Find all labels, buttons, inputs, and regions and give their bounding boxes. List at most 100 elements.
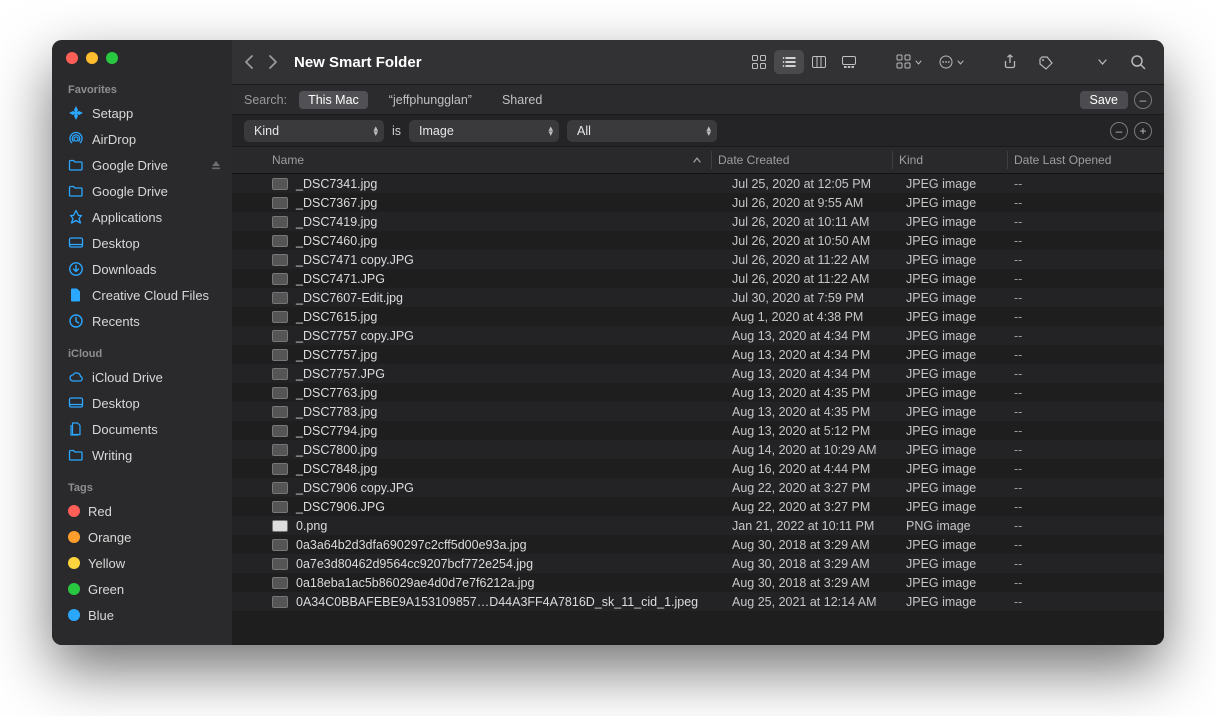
file-row[interactable]: _DSC7419.jpg Jul 26, 2020 at 10:11 AM JP… bbox=[232, 212, 1164, 231]
view-list-button[interactable] bbox=[774, 50, 804, 74]
file-row[interactable]: _DSC7800.jpg Aug 14, 2020 at 10:29 AM JP… bbox=[232, 440, 1164, 459]
sidebar-item[interactable]: Google Drive bbox=[52, 152, 232, 178]
file-date-created: Aug 13, 2020 at 4:35 PM bbox=[732, 386, 906, 400]
file-name: _DSC7615.jpg bbox=[296, 310, 377, 324]
column-header-kind[interactable]: Kind bbox=[899, 153, 1007, 167]
file-date-created: Jul 26, 2020 at 11:22 AM bbox=[732, 272, 906, 286]
save-search-button[interactable]: Save bbox=[1080, 91, 1129, 109]
file-row[interactable]: _DSC7367.jpg Jul 26, 2020 at 9:55 AM JPE… bbox=[232, 193, 1164, 212]
sidebar-item[interactable]: Blue bbox=[52, 602, 232, 628]
file-row[interactable]: 0a18eba1ac5b86029ae4d0d7e7f6212a.jpg Aug… bbox=[232, 573, 1164, 592]
file-row[interactable]: _DSC7615.jpg Aug 1, 2020 at 4:38 PM JPEG… bbox=[232, 307, 1164, 326]
sidebar-item[interactable]: Creative Cloud Files bbox=[52, 282, 232, 308]
criteria-add-button[interactable]: + bbox=[1134, 122, 1152, 140]
criteria-extra-dropdown[interactable]: All ▴▾ bbox=[567, 120, 717, 142]
sidebar-item[interactable]: Writing bbox=[52, 442, 232, 468]
file-row[interactable]: _DSC7607-Edit.jpg Jul 30, 2020 at 7:59 P… bbox=[232, 288, 1164, 307]
file-row[interactable]: _DSC7783.jpg Aug 13, 2020 at 4:35 PM JPE… bbox=[232, 402, 1164, 421]
file-row[interactable]: _DSC7471 copy.JPG Jul 26, 2020 at 11:22 … bbox=[232, 250, 1164, 269]
sidebar-item-label: Setapp bbox=[92, 106, 222, 121]
file-list[interactable]: _DSC7341.jpg Jul 25, 2020 at 12:05 PM JP… bbox=[232, 174, 1164, 645]
airdrop-icon bbox=[68, 131, 84, 147]
sidebar-item[interactable]: Yellow bbox=[52, 550, 232, 576]
view-grid-button[interactable] bbox=[744, 50, 774, 74]
file-row[interactable]: _DSC7763.jpg Aug 13, 2020 at 4:35 PM JPE… bbox=[232, 383, 1164, 402]
sidebar-item[interactable]: Desktop bbox=[52, 230, 232, 256]
file-thumbnail-icon bbox=[272, 425, 288, 437]
criteria-attribute-dropdown[interactable]: Kind ▴▾ bbox=[244, 120, 384, 142]
sidebar-item[interactable]: Setapp bbox=[52, 100, 232, 126]
view-gallery-button[interactable] bbox=[834, 50, 864, 74]
file-row[interactable]: _DSC7471.JPG Jul 26, 2020 at 11:22 AM JP… bbox=[232, 269, 1164, 288]
file-name: 0a3a64b2d3dfa690297c2cff5d00e93a.jpg bbox=[296, 538, 527, 552]
scope-this-mac[interactable]: This Mac bbox=[299, 91, 368, 109]
file-row[interactable]: 0a3a64b2d3dfa690297c2cff5d00e93a.jpg Aug… bbox=[232, 535, 1164, 554]
file-row[interactable]: _DSC7794.jpg Aug 13, 2020 at 5:12 PM JPE… bbox=[232, 421, 1164, 440]
file-kind: JPEG image bbox=[906, 177, 1014, 191]
sidebar-item[interactable]: Desktop bbox=[52, 390, 232, 416]
file-thumbnail-icon bbox=[272, 330, 288, 342]
file-row[interactable]: _DSC7906.JPG Aug 22, 2020 at 3:27 PM JPE… bbox=[232, 497, 1164, 516]
sidebar-item[interactable]: Google Drive bbox=[52, 178, 232, 204]
file-row[interactable]: _DSC7757.jpg Aug 13, 2020 at 4:34 PM JPE… bbox=[232, 345, 1164, 364]
file-thumbnail-icon bbox=[272, 406, 288, 418]
file-row[interactable]: 0.png Jan 21, 2022 at 10:11 PM PNG image… bbox=[232, 516, 1164, 535]
sidebar-item-label: Red bbox=[88, 504, 222, 519]
sidebar-item[interactable]: Applications bbox=[52, 204, 232, 230]
scope-user-folder[interactable]: “jeffphungglan” bbox=[380, 91, 481, 109]
column-header-date[interactable]: Date Created bbox=[718, 153, 892, 167]
file-thumbnail-icon bbox=[272, 520, 288, 532]
file-kind: JPEG image bbox=[906, 538, 1014, 552]
file-row[interactable]: _DSC7757 copy.JPG Aug 13, 2020 at 4:34 P… bbox=[232, 326, 1164, 345]
file-row[interactable]: _DSC7341.jpg Jul 25, 2020 at 12:05 PM JP… bbox=[232, 174, 1164, 193]
file-thumbnail-icon bbox=[272, 501, 288, 513]
file-row[interactable]: _DSC7757.JPG Aug 13, 2020 at 4:34 PM JPE… bbox=[232, 364, 1164, 383]
more-dropdown-button[interactable] bbox=[1088, 50, 1116, 74]
forward-button[interactable] bbox=[268, 54, 278, 70]
share-button[interactable] bbox=[996, 50, 1024, 74]
file-row[interactable]: _DSC7906 copy.JPG Aug 22, 2020 at 3:27 P… bbox=[232, 478, 1164, 497]
sidebar-item-label: Recents bbox=[92, 314, 222, 329]
sidebar-item[interactable]: Green bbox=[52, 576, 232, 602]
sidebar-item[interactable]: Recents bbox=[52, 308, 232, 334]
window-title: New Smart Folder bbox=[294, 54, 422, 71]
file-thumbnail-icon bbox=[272, 444, 288, 456]
remove-scope-button[interactable]: – bbox=[1134, 91, 1152, 109]
file-thumbnail-icon bbox=[272, 482, 288, 494]
file-kind: JPEG image bbox=[906, 481, 1014, 495]
sidebar-item[interactable]: AirDrop bbox=[52, 126, 232, 152]
sidebar-item[interactable]: iCloud Drive bbox=[52, 364, 232, 390]
file-thumbnail-icon bbox=[272, 349, 288, 361]
action-menu-button[interactable] bbox=[934, 50, 968, 74]
window-fullscreen-button[interactable] bbox=[106, 52, 118, 64]
file-kind: JPEG image bbox=[906, 291, 1014, 305]
window-close-button[interactable] bbox=[66, 52, 78, 64]
file-date-created: Jul 25, 2020 at 12:05 PM bbox=[732, 177, 906, 191]
file-date-last-opened: -- bbox=[1014, 196, 1164, 210]
back-button[interactable] bbox=[244, 54, 254, 70]
file-kind: JPEG image bbox=[906, 253, 1014, 267]
sidebar-item[interactable]: Documents bbox=[52, 416, 232, 442]
group-by-button[interactable] bbox=[892, 50, 926, 74]
file-name: _DSC7783.jpg bbox=[296, 405, 377, 419]
column-header-name[interactable]: Name bbox=[266, 153, 711, 167]
eject-icon[interactable] bbox=[210, 159, 222, 171]
file-row[interactable]: 0A34C0BBAFEBE9A153109857…D44A3FF4A7816D_… bbox=[232, 592, 1164, 611]
sidebar-item[interactable]: Orange bbox=[52, 524, 232, 550]
tag-button[interactable] bbox=[1032, 50, 1060, 74]
window-minimize-button[interactable] bbox=[86, 52, 98, 64]
sidebar-item[interactable]: Red bbox=[52, 498, 232, 524]
criteria-value-dropdown[interactable]: Image ▴▾ bbox=[409, 120, 559, 142]
file-date-created: Jul 30, 2020 at 7:59 PM bbox=[732, 291, 906, 305]
column-header-last-opened[interactable]: Date Last Opened bbox=[1014, 153, 1164, 167]
file-row[interactable]: _DSC7848.jpg Aug 16, 2020 at 4:44 PM JPE… bbox=[232, 459, 1164, 478]
search-button[interactable] bbox=[1124, 50, 1152, 74]
file-row[interactable]: 0a7e3d80462d9564cc9207bcf772e254.jpg Aug… bbox=[232, 554, 1164, 573]
sidebar-item[interactable]: Downloads bbox=[52, 256, 232, 282]
criteria-remove-button[interactable]: – bbox=[1110, 122, 1128, 140]
tag-dot-icon bbox=[68, 609, 80, 621]
file-row[interactable]: _DSC7460.jpg Jul 26, 2020 at 10:50 AM JP… bbox=[232, 231, 1164, 250]
scope-shared[interactable]: Shared bbox=[493, 91, 551, 109]
setapp-icon bbox=[68, 105, 84, 121]
view-columns-button[interactable] bbox=[804, 50, 834, 74]
